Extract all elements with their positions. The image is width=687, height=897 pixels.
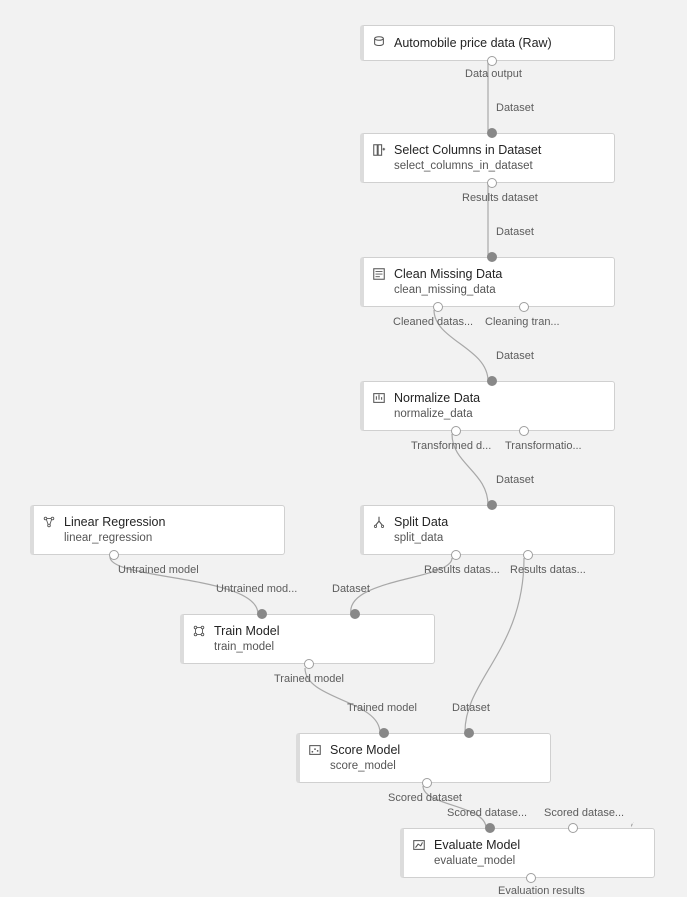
port-label: Results datas... [424,564,500,576]
node-select-columns[interactable]: Select Columns in Dataset select_columns… [360,133,615,183]
node-title: Split Data [394,514,604,530]
node-train-model[interactable]: Train Model train_model [180,614,435,664]
node-title: Automobile price data (Raw) [394,35,604,51]
port-label: Scored datase... [447,807,527,819]
clean-icon [372,267,386,281]
port-out[interactable] [487,178,497,188]
port-label: Untrained model [118,564,199,576]
node-clean-missing-data[interactable]: Clean Missing Data clean_missing_data [360,257,615,307]
port-label: Dataset [496,474,534,486]
node-normalize-data[interactable]: Normalize Data normalize_data [360,381,615,431]
node-split-data[interactable]: Split Data split_data [360,505,615,555]
node-subtitle: select_columns_in_dataset [394,159,604,174]
port-in[interactable] [487,252,497,262]
port-out[interactable] [487,56,497,66]
port-out-1[interactable] [433,302,443,312]
port-out-2[interactable] [519,302,529,312]
port-in[interactable] [487,376,497,386]
node-score-model[interactable]: Score Model score_model [296,733,551,783]
node-subtitle: evaluate_model [434,854,644,869]
port-in[interactable] [487,500,497,510]
port-label: Dataset [332,583,370,595]
node-title: Linear Regression [64,514,274,530]
train-icon [192,624,206,638]
port-in-2[interactable] [464,728,474,738]
port-label: Cleaning tran... [485,316,560,328]
port-label: Untrained mod... [216,583,297,595]
port-out-2[interactable] [519,426,529,436]
node-subtitle: train_model [214,640,424,655]
port-in-2[interactable] [568,823,578,833]
port-out[interactable] [422,778,432,788]
dataset-icon [372,35,386,49]
algorithm-icon [42,515,56,529]
port-label: Trained model [274,673,344,685]
port-label: Transformatio... [505,440,582,452]
port-label: Scored dataset [388,792,462,804]
node-title: Score Model [330,742,540,758]
node-title: Clean Missing Data [394,266,604,282]
split-icon [372,515,386,529]
port-label: Evaluation results [498,885,585,897]
port-out[interactable] [526,873,536,883]
score-icon [308,743,322,757]
port-label: Dataset [452,702,490,714]
port-in-1[interactable] [379,728,389,738]
port-label: Dataset [496,102,534,114]
node-subtitle: clean_missing_data [394,283,604,298]
node-subtitle: linear_regression [64,531,274,546]
columns-icon [372,143,386,157]
port-label: Trained model [347,702,417,714]
port-label: Results dataset [462,192,538,204]
port-label: Results datas... [510,564,586,576]
port-in[interactable] [487,128,497,138]
evaluate-icon [412,838,426,852]
port-out[interactable] [109,550,119,560]
normalize-icon [372,391,386,405]
port-label: Transformed d... [411,440,491,452]
port-out-2[interactable] [523,550,533,560]
node-title: Evaluate Model [434,837,644,853]
node-subtitle: score_model [330,759,540,774]
port-label: Cleaned datas... [393,316,473,328]
node-title: Select Columns in Dataset [394,142,604,158]
port-out[interactable] [304,659,314,669]
node-subtitle: split_data [394,531,604,546]
node-automobile-price-data[interactable]: Automobile price data (Raw) [360,25,615,61]
port-label: Dataset [496,226,534,238]
node-title: Normalize Data [394,390,604,406]
port-out-1[interactable] [451,550,461,560]
port-label: Scored datase... [544,807,624,819]
port-label: Dataset [496,350,534,362]
pipeline-canvas[interactable]: Automobile price data (Raw) Data output … [0,0,687,892]
port-label: Data output [465,68,522,80]
node-linear-regression[interactable]: Linear Regression linear_regression [30,505,285,555]
node-subtitle: normalize_data [394,407,604,422]
port-in-1[interactable] [485,823,495,833]
node-title: Train Model [214,623,424,639]
node-evaluate-model[interactable]: Evaluate Model evaluate_model [400,828,655,878]
port-out-1[interactable] [451,426,461,436]
port-in-1[interactable] [257,609,267,619]
port-in-2[interactable] [350,609,360,619]
